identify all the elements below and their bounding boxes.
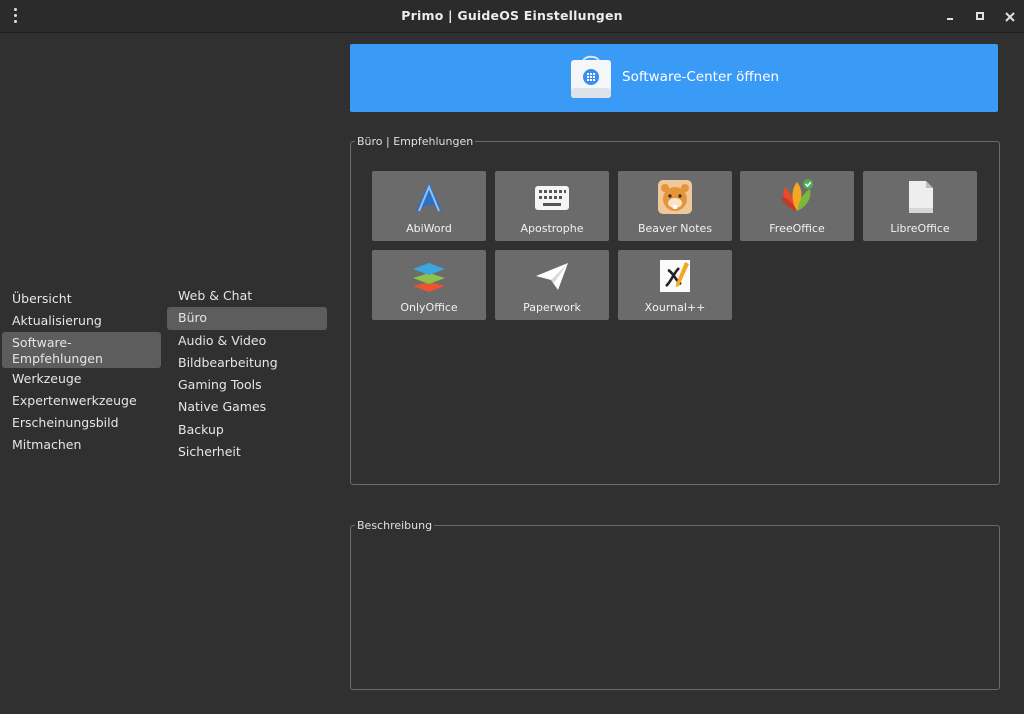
sidebar-item-label: Software- Empfehlungen	[12, 335, 103, 366]
app-tile-paperwork[interactable]: Paperwork	[495, 250, 609, 320]
app-label: OnlyOffice	[400, 301, 458, 314]
app-tile-freeoffice[interactable]: FreeOffice	[740, 171, 854, 241]
subcategory-item-native-games[interactable]: Native Games	[167, 396, 327, 418]
app-label: LibreOffice	[890, 222, 950, 235]
libreoffice-icon	[909, 181, 933, 213]
paperwork-icon	[536, 263, 568, 290]
maximize-button[interactable]	[973, 9, 987, 23]
app-label: AbiWord	[406, 222, 452, 235]
app-label: FreeOffice	[769, 222, 825, 235]
subcategory-list: Web & Chat Büro Audio & Video Bildbearbe…	[167, 285, 329, 463]
sidebar-item-software-empfehlungen[interactable]: Software- Empfehlungen	[2, 332, 161, 368]
subcategory-item-sicherheit[interactable]: Sicherheit	[167, 441, 327, 463]
minimize-button[interactable]	[944, 9, 958, 23]
onlyoffice-icon	[413, 263, 445, 292]
app-tile-onlyoffice[interactable]: OnlyOffice	[372, 250, 486, 320]
sidebar-item-werkzeuge[interactable]: Werkzeuge	[2, 368, 161, 390]
sidebar-item-uebersicht[interactable]: Übersicht	[2, 288, 161, 310]
description-text	[351, 532, 999, 544]
subcategory-item-backup[interactable]: Backup	[167, 419, 327, 441]
window-title: Primo | GuideOS Einstellungen	[401, 8, 623, 23]
xournalpp-icon	[660, 260, 690, 292]
app-tile-xournalpp[interactable]: Xournal++	[618, 250, 732, 320]
app-label: Beaver Notes	[637, 222, 713, 235]
app-tile-beaver-notes[interactable]: Beaver Notes	[618, 171, 732, 241]
close-icon	[1005, 12, 1015, 22]
open-software-center-button[interactable]: Software-Center öffnen	[350, 44, 998, 112]
abiword-icon	[415, 182, 443, 213]
app-tile-apostrophe[interactable]: Apostrophe	[495, 171, 609, 241]
app-label: Paperwork	[523, 301, 581, 314]
recommendations-legend: Büro | Empfehlungen	[357, 135, 474, 148]
subcategory-item-web-chat[interactable]: Web & Chat	[167, 285, 327, 307]
freeoffice-icon	[781, 179, 813, 211]
subcategory-item-gaming-tools[interactable]: Gaming Tools	[167, 374, 327, 396]
sidebar-item-expertenwerkzeuge[interactable]: Expertenwerkzeuge	[2, 390, 161, 412]
app-tile-abiword[interactable]: AbiWord	[372, 171, 486, 241]
description-frame: Beschreibung	[350, 519, 1000, 690]
software-store-icon	[571, 55, 611, 98]
app-label: Apostrophe	[520, 222, 584, 235]
app-tile-libreoffice[interactable]: LibreOffice	[863, 171, 977, 241]
subcategory-item-audio-video[interactable]: Audio & Video	[167, 330, 327, 352]
category-sidebar: Übersicht Aktualisierung Software- Empfe…	[0, 288, 164, 456]
sidebar-item-aktualisierung[interactable]: Aktualisierung	[2, 310, 161, 332]
software-center-label: Software-Center öffnen	[622, 69, 780, 85]
title-bar: Primo | GuideOS Einstellungen	[0, 0, 1024, 33]
subcategory-item-bildbearbeitung[interactable]: Bildbearbeitung	[167, 352, 327, 374]
app-label: Xournal++	[644, 301, 706, 314]
subcategory-item-buero[interactable]: Büro	[167, 307, 327, 330]
beaver-notes-icon	[658, 180, 692, 214]
sidebar-item-erscheinungsbild[interactable]: Erscheinungsbild	[2, 412, 161, 434]
description-legend: Beschreibung	[357, 519, 433, 532]
close-button[interactable]	[1003, 9, 1017, 23]
sidebar-item-mitmachen[interactable]: Mitmachen	[2, 434, 161, 456]
apostrophe-icon	[535, 186, 569, 210]
